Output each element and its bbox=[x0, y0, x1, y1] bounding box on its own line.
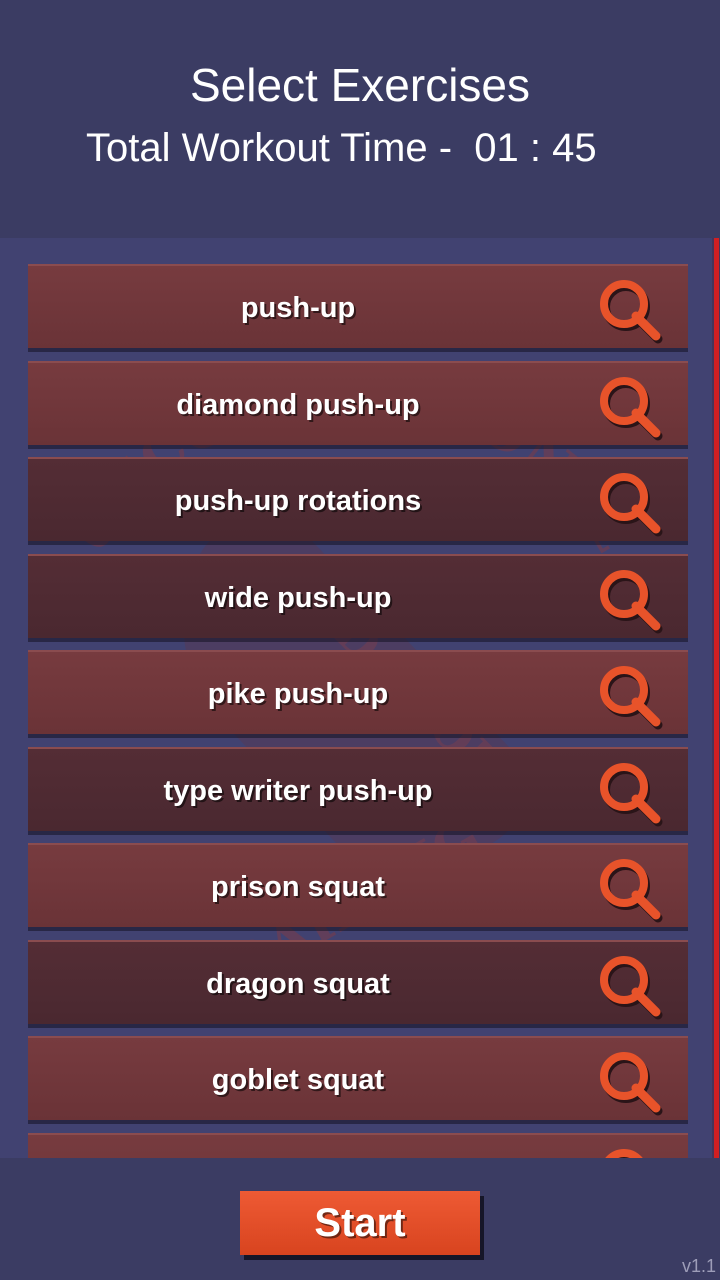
total-workout-time: Total Workout Time - 01 : 45 bbox=[86, 126, 597, 170]
magnifier-icon[interactable] bbox=[596, 855, 664, 923]
exercise-label: pike push-up bbox=[207, 678, 389, 710]
magnifier-icon[interactable] bbox=[596, 662, 664, 730]
magnifier-icon[interactable] bbox=[596, 276, 664, 344]
magnifier-icon[interactable] bbox=[596, 1145, 664, 1158]
exercise-label: wide push-up bbox=[204, 581, 392, 614]
start-button[interactable]: Start bbox=[240, 1191, 480, 1255]
exercise-label: push-up bbox=[240, 292, 356, 324]
exercise-row[interactable]: push-up rotations bbox=[28, 457, 688, 541]
exercise-row[interactable]: dragon squat bbox=[28, 939, 688, 1024]
exercise-row[interactable]: push-up bbox=[28, 264, 688, 348]
exercise-row[interactable]: type writer push-up bbox=[28, 746, 688, 831]
magnifier-icon[interactable] bbox=[596, 469, 664, 537]
exercise-row[interactable]: wide push-up bbox=[28, 553, 688, 638]
magnifier-icon[interactable] bbox=[596, 759, 664, 827]
magnifier-icon[interactable] bbox=[596, 373, 664, 441]
exercise-list[interactable]: UNCONVENTIONAL D-SPORTS TRAINING push-up… bbox=[0, 238, 720, 1158]
exercise-row[interactable]: pike push-up bbox=[28, 650, 688, 734]
version-label: v1.1 bbox=[681, 1256, 716, 1276]
exercise-label bbox=[28, 1135, 568, 1159]
exercise-label: push-up rotations bbox=[174, 485, 422, 517]
page-title: Select Exercises bbox=[189, 59, 530, 111]
exercise-label: type writer push-up bbox=[163, 774, 433, 807]
exercise-row[interactable]: diamond push-up bbox=[28, 360, 688, 445]
exercise-row[interactable]: goblet squat bbox=[28, 1036, 688, 1120]
magnifier-icon[interactable] bbox=[596, 566, 664, 634]
exercise-row[interactable]: prison squat bbox=[28, 843, 688, 927]
magnifier-icon[interactable] bbox=[596, 1048, 664, 1116]
exercise-label: goblet squat bbox=[211, 1064, 385, 1096]
exercise-label: dragon squat bbox=[206, 967, 390, 1000]
header: Select Exercises Total Workout Time - 01… bbox=[0, 0, 720, 238]
magnifier-icon[interactable] bbox=[596, 952, 664, 1020]
exercise-row[interactable] bbox=[28, 1132, 688, 1159]
exercise-label: prison squat bbox=[210, 871, 385, 903]
exercise-label: diamond push-up bbox=[176, 388, 420, 421]
scrollbar-thumb[interactable] bbox=[714, 238, 719, 1158]
